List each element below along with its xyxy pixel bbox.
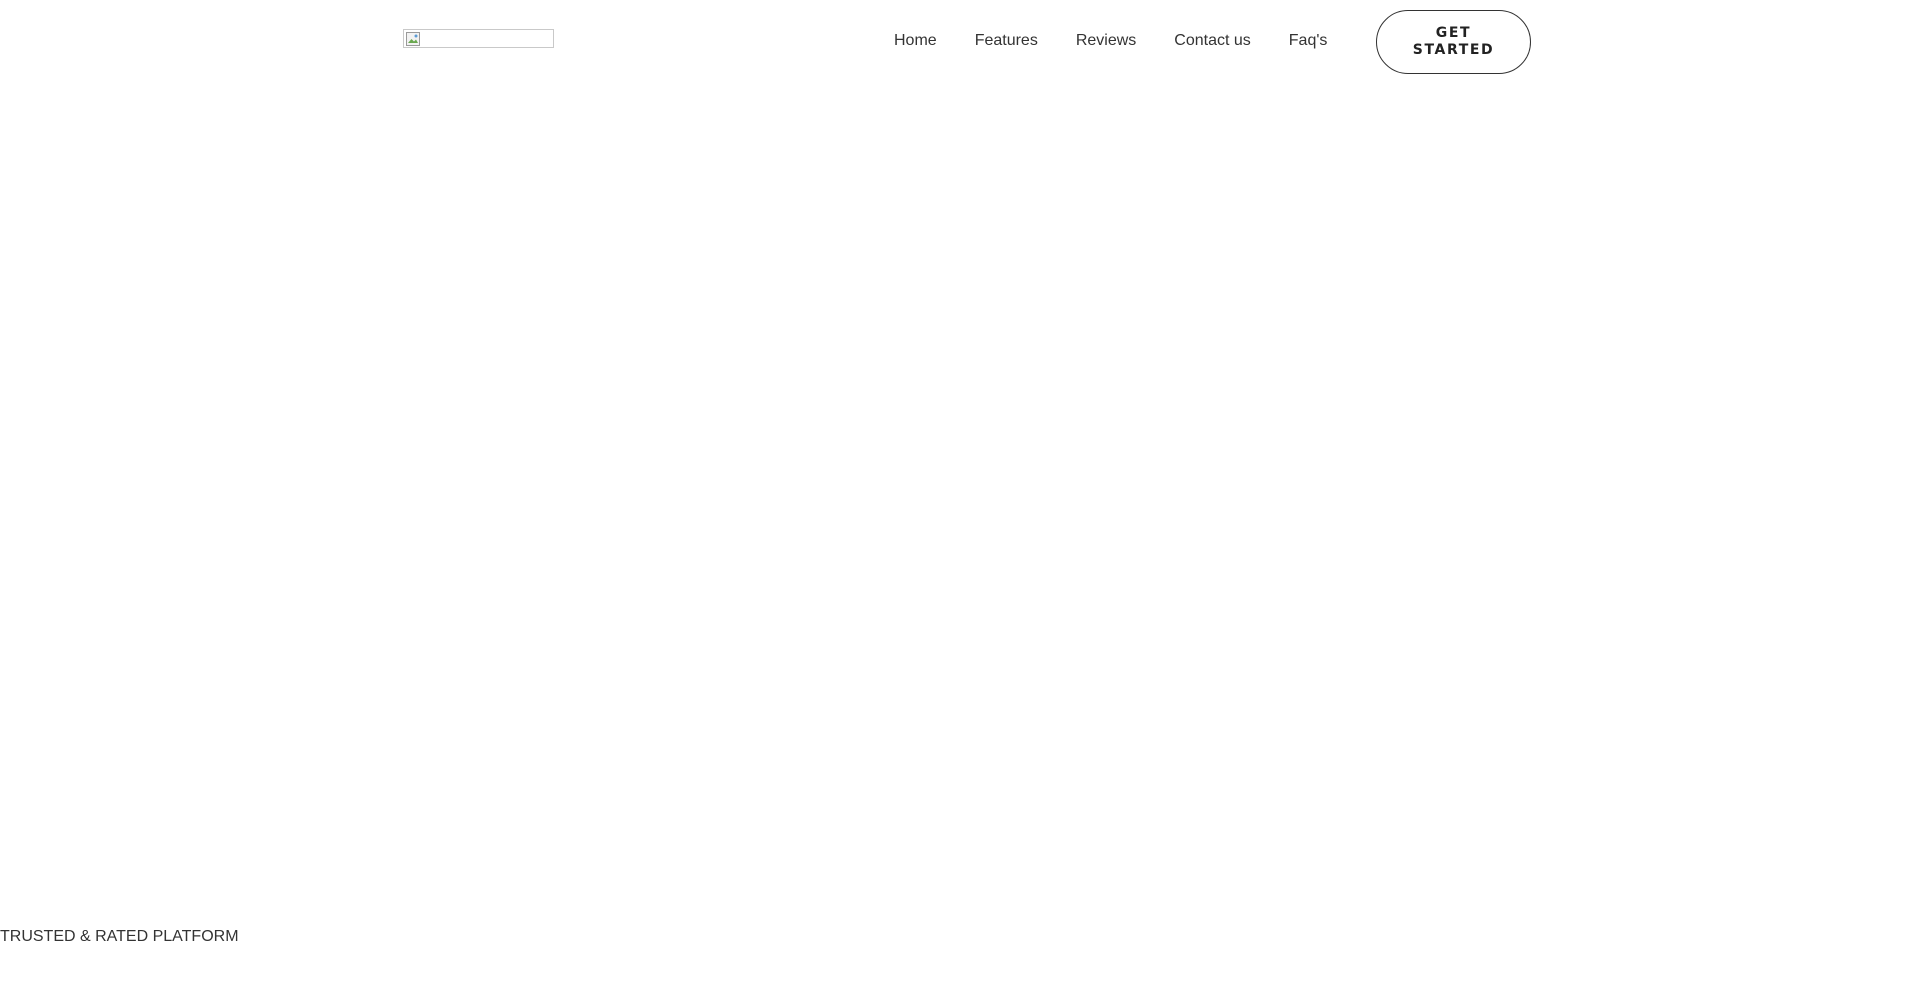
nav-faqs[interactable]: Faq's xyxy=(1289,31,1328,51)
main-nav: Home Features Reviews Contact us Faq's xyxy=(894,31,1327,51)
site-logo[interactable] xyxy=(403,29,554,48)
site-header: Home Features Reviews Contact us Faq's G… xyxy=(0,0,1920,85)
nav-reviews[interactable]: Reviews xyxy=(1076,31,1136,51)
nav-home[interactable]: Home xyxy=(894,31,937,51)
nav-features[interactable]: Features xyxy=(975,31,1038,51)
broken-image-icon xyxy=(406,32,420,46)
get-started-button[interactable]: GET STARTED xyxy=(1376,10,1531,74)
page: Home Features Reviews Contact us Faq's G… xyxy=(0,0,1920,993)
trusted-rated-label: TRUSTED & RATED PLATFORM xyxy=(0,928,239,945)
nav-contact-us[interactable]: Contact us xyxy=(1174,31,1250,51)
